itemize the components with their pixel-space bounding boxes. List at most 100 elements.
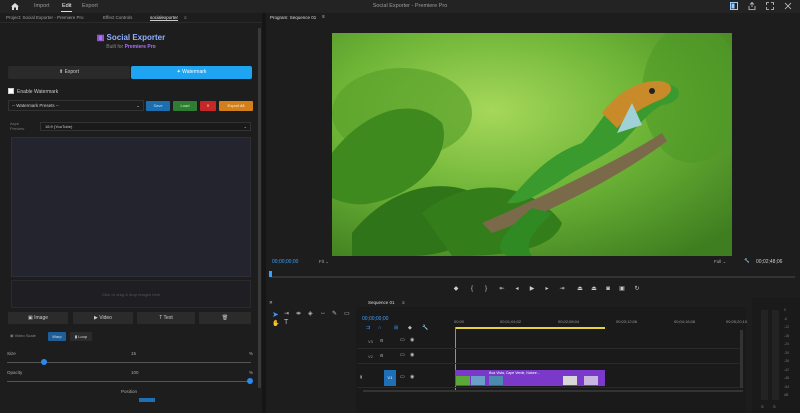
solo-left[interactable]: S — [761, 404, 764, 409]
step-back-icon[interactable]: ◂ — [513, 285, 521, 293]
compare-icon[interactable]: ▣ — [618, 285, 626, 293]
program-timecode[interactable]: 00;00;00;00 — [272, 259, 298, 265]
nav-edit[interactable]: Edit — [60, 3, 74, 12]
film-icon[interactable]: ▭ — [400, 352, 405, 358]
insert-icon[interactable]: ⇉ — [366, 325, 370, 331]
target-icon[interactable]: ▮ — [360, 374, 362, 379]
selection-tool-icon[interactable]: ➤ — [272, 310, 279, 319]
size-slider-knob[interactable] — [41, 359, 47, 365]
warp-button[interactable]: Warp — [48, 332, 66, 341]
image-type-button[interactable]: ▣ Image — [8, 312, 68, 324]
enable-watermark-checkbox[interactable]: Enable Watermark — [8, 88, 58, 95]
timeline-ruler[interactable]: 00;00 00;01;04;02 00;02;08;04 00;03;12;0… — [452, 316, 747, 326]
tab-socialexporter[interactable]: socialexporter — [150, 15, 179, 21]
program-playhead[interactable] — [269, 271, 272, 277]
film-icon[interactable]: ▭ — [400, 374, 405, 380]
solo-right[interactable]: S — [773, 404, 776, 409]
loop-button[interactable]: ▮ Loop — [70, 332, 92, 341]
go-to-in-icon[interactable]: ⇤ — [498, 285, 506, 293]
panel-scrollbar[interactable] — [258, 28, 261, 388]
loop-playback-icon[interactable]: ↻ — [633, 285, 641, 293]
opacity-slider-track[interactable] — [7, 381, 251, 382]
play-icon[interactable]: ▶ — [528, 285, 536, 293]
work-area-bar[interactable] — [455, 327, 605, 329]
position-control[interactable] — [139, 398, 155, 402]
wrench-icon[interactable]: 🔧 — [422, 325, 428, 331]
checkbox-box[interactable] — [8, 88, 14, 94]
tab-export[interactable]: ⬆ Export — [8, 66, 130, 79]
image-dropzone[interactable]: Click or drag & drop images here — [11, 280, 251, 308]
sequence-title[interactable]: Sequence 01 — [368, 300, 395, 305]
fullscreen-icon[interactable] — [766, 2, 774, 10]
save-preset-button[interactable]: Save — [146, 101, 170, 111]
text-type-button[interactable]: T Text — [137, 312, 195, 324]
eye-icon[interactable]: ◉ — [410, 374, 414, 380]
add-marker-icon[interactable]: ◆ — [452, 285, 460, 293]
ruler-tick-label: 00;03;12;06 — [616, 319, 638, 324]
watermark-preview-canvas[interactable] — [11, 137, 251, 277]
close-icon[interactable]: ✕ — [269, 300, 273, 306]
meter-scale-label: -18 — [784, 333, 790, 338]
ripple-edit-icon[interactable]: ⇼ — [296, 310, 301, 317]
snap-icon[interactable]: ∩ — [378, 325, 382, 331]
video-clip[interactable]: Boa Vista, Cape Verde, Nature... — [455, 370, 605, 386]
home-icon[interactable] — [11, 3, 19, 10]
timeline-timecode[interactable]: 00;00;00;00 — [362, 316, 388, 322]
meter-scale-label: -24 — [784, 342, 790, 346]
export-all-button[interactable]: Export All — [219, 101, 253, 111]
video-type-button[interactable]: ▶ Video — [73, 312, 133, 324]
tab-watermark[interactable]: ✦ Watermark — [131, 66, 252, 79]
workspace-icon[interactable] — [730, 2, 738, 10]
track-select-icon[interactable]: ⇥ — [284, 310, 289, 317]
delete-preset-button[interactable]: ✕ — [200, 101, 216, 111]
lift-icon[interactable]: ⏏ — [576, 285, 584, 293]
nav-import[interactable]: Import — [34, 3, 50, 9]
sync-lock-icon[interactable]: ⊟ — [380, 338, 383, 343]
clip-thumbnail — [584, 376, 598, 385]
razor-tool-icon[interactable]: ◈ — [308, 310, 313, 317]
timeline-vertical-scrollbar[interactable] — [740, 330, 743, 388]
extract-icon[interactable]: ⏏ — [590, 285, 598, 293]
close-icon[interactable] — [784, 2, 792, 10]
zoom-select[interactable]: Fit ⌄ — [319, 259, 329, 265]
marker-icon[interactable]: ◆ — [408, 325, 412, 331]
timeline-horizontal-scrollbar[interactable] — [363, 390, 743, 392]
nav-export[interactable]: Export — [82, 3, 98, 9]
eye-icon[interactable]: ◉ — [410, 352, 414, 358]
audio-meter: 0 -6 -12 -18 -24 -30 -36 -42 -48 -54 dB S S — [752, 298, 800, 413]
linked-icon[interactable]: ⊞ — [394, 325, 398, 331]
tab-effect-controls[interactable]: Effect Controls — [103, 15, 132, 20]
camera-icon[interactable]: ◙ — [604, 285, 612, 293]
load-preset-button[interactable]: Load — [173, 101, 197, 111]
platform-select[interactable]: 16:9 (YouTube) ⌄ — [40, 122, 251, 131]
mode-tabs: ⬆ Export ✦ Watermark — [8, 66, 252, 79]
left-panel-tabs: Project: Social Exporter - Premiere Pro … — [0, 13, 262, 23]
trash-icon: 🗑 — [221, 315, 229, 321]
track-label[interactable]: V1 — [384, 370, 396, 386]
slip-tool-icon[interactable]: ↔ — [320, 310, 326, 316]
film-icon[interactable]: ▭ — [400, 337, 405, 343]
tab-menu-icon[interactable]: ≡ — [184, 15, 187, 20]
hand-tool-icon[interactable]: ✋ — [272, 320, 279, 327]
settings-icon[interactable]: 🔧 — [744, 258, 750, 264]
step-forward-icon[interactable]: ▸ — [543, 285, 551, 293]
share-icon[interactable] — [748, 2, 756, 10]
eye-icon[interactable]: ◉ — [410, 337, 414, 343]
sync-lock-icon[interactable]: ⊟ — [380, 353, 383, 358]
mark-out-icon[interactable]: } — [482, 285, 490, 293]
opacity-slider-knob[interactable] — [247, 378, 253, 384]
type-tool-icon[interactable]: T — [284, 319, 288, 326]
program-scrubber[interactable] — [270, 276, 795, 278]
resolution-select[interactable]: Full ⌄ — [714, 259, 726, 265]
sequence-menu-icon[interactable]: ≡ — [402, 300, 405, 305]
tab-project[interactable]: Project: Social Exporter - Premiere Pro — [6, 15, 84, 20]
rectangle-tool-icon[interactable]: ▭ — [344, 310, 350, 317]
go-to-out-icon[interactable]: ⇥ — [558, 285, 566, 293]
position-label: Position — [121, 389, 138, 394]
program-menu-icon[interactable]: ≡ — [322, 14, 325, 20]
mark-in-icon[interactable]: { — [468, 285, 476, 293]
pen-tool-icon[interactable]: ✎ — [332, 310, 337, 317]
clip-thumbnail — [489, 376, 503, 385]
delete-type-button[interactable]: 🗑 — [199, 312, 251, 324]
watermark-preset-select[interactable]: -- Watermark Presets -- ⌄ — [8, 100, 144, 111]
